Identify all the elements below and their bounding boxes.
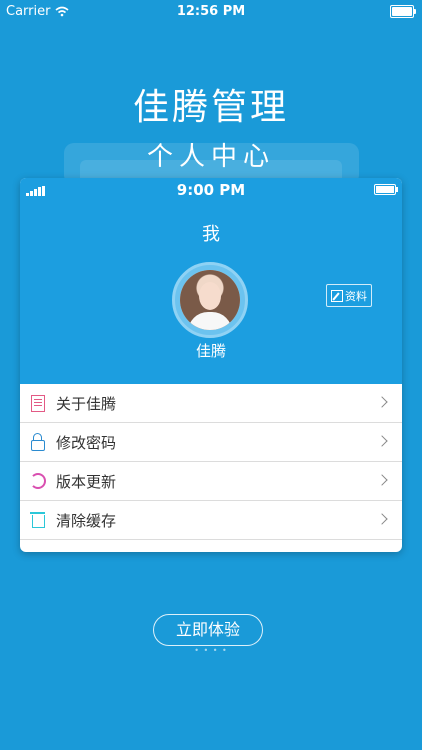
lock-icon [31, 432, 45, 451]
chevron-right-icon [376, 474, 388, 486]
avatar-photo [180, 270, 240, 330]
menu-item-label: 版本更新 [56, 472, 117, 491]
status-time: 12:56 PM [176, 4, 246, 19]
profile-header: 9:00 PM 我 佳腾 资料 [20, 178, 402, 384]
trash-icon [29, 512, 45, 528]
profile-button[interactable]: 资料 [326, 284, 372, 307]
status-bar: Carrier 12:56 PM [0, 0, 422, 22]
edit-icon [331, 289, 343, 302]
profile-button-label: 资料 [345, 289, 367, 303]
menu-item-clear-cache[interactable]: 清除缓存 [20, 501, 402, 540]
menu-item-change-password[interactable]: 修改密码 [20, 423, 402, 462]
chevron-right-icon [376, 513, 388, 525]
page-indicator: • • • • [194, 646, 228, 655]
chevron-right-icon [376, 396, 388, 408]
username: 佳腾 [195, 342, 226, 360]
battery-icon [390, 5, 416, 18]
phone-time: 9:00 PM [176, 181, 246, 199]
document-icon [31, 394, 45, 412]
menu-item-label: 关于佳腾 [56, 394, 117, 413]
page-subtitle: 个人中心 [146, 142, 275, 172]
phone-battery-icon [374, 184, 398, 195]
try-now-button[interactable]: 立即体验 [153, 614, 263, 646]
menu-item-label: 清除缓存 [56, 511, 117, 530]
avatar[interactable] [172, 262, 248, 338]
refresh-icon [30, 473, 46, 489]
phone-preview: 9:00 PM 我 佳腾 资料 关于佳腾 修改密码 版本更新 清除缓存 [20, 178, 402, 552]
settings-menu: 关于佳腾 修改密码 版本更新 清除缓存 [20, 384, 402, 540]
profile-title: 我 [202, 224, 220, 245]
menu-item-about[interactable]: 关于佳腾 [20, 384, 402, 423]
app-title: 佳腾管理 [132, 87, 289, 128]
menu-item-label: 修改密码 [56, 433, 117, 452]
chevron-right-icon [376, 435, 388, 447]
menu-item-version-update[interactable]: 版本更新 [20, 462, 402, 501]
